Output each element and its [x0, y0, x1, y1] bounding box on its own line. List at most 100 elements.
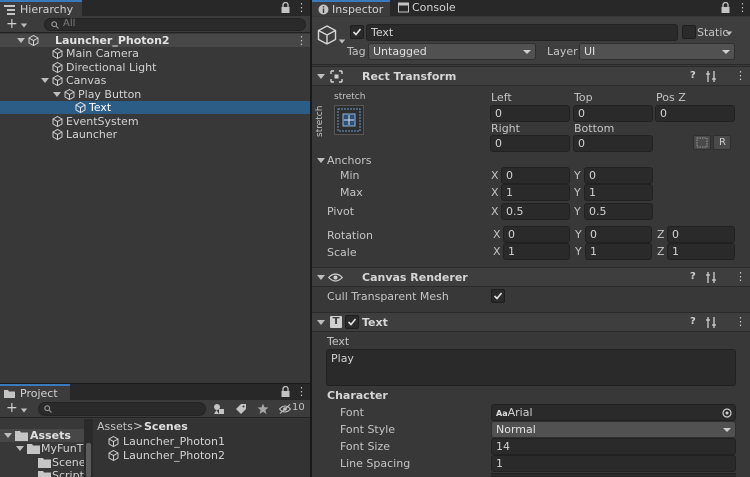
rect-transform-header[interactable]: Rect Transform ? ⋮	[312, 66, 750, 86]
line-spacing-field[interactable]: 1	[491, 455, 736, 472]
inspector-menu-icon[interactable]: ⋮	[737, 0, 748, 16]
text-content-area[interactable]: Play	[326, 349, 736, 386]
tree-item-assets[interactable]: Assets	[0, 429, 84, 442]
pivot-y-field[interactable]: 0.5	[584, 203, 653, 220]
raw-edit-label: R	[719, 137, 726, 148]
hierarchy-item-main-camera[interactable]: Main Camera	[0, 47, 310, 60]
raw-edit-mode-button[interactable]: R	[713, 135, 731, 150]
rect-transform-foldout-icon[interactable]	[317, 74, 325, 79]
scale-y-field[interactable]: 1	[585, 243, 652, 260]
hierarchy-item-canvas[interactable]: Canvas	[0, 74, 310, 87]
font-style-dropdown[interactable]: Normal	[491, 421, 736, 438]
canvas-renderer-foldout-icon[interactable]	[317, 275, 325, 280]
tree-scrollbar-thumb[interactable]	[86, 443, 91, 477]
anchor-min-y-field[interactable]: 0	[584, 167, 653, 184]
hierarchy-item-text-selected[interactable]: Text	[0, 101, 310, 114]
help-icon[interactable]: ?	[690, 70, 696, 81]
presets-icon[interactable]	[706, 71, 717, 82]
hierarchy-item-directional-light[interactable]: Directional Light	[0, 61, 310, 74]
breadcrumb-scenes[interactable]: Scenes	[144, 420, 188, 433]
anchor-max-y-field[interactable]: 1	[584, 184, 653, 201]
rotation-x-field[interactable]: 0	[503, 226, 570, 243]
posz-field[interactable]: 0	[655, 105, 735, 122]
rotation-y-field[interactable]: 0	[585, 226, 652, 243]
left-field[interactable]: 0	[490, 105, 570, 122]
lock-icon[interactable]	[281, 0, 290, 16]
static-checkbox[interactable]	[682, 25, 696, 39]
tab-project[interactable]: Project	[0, 384, 70, 400]
presets-icon[interactable]	[706, 317, 717, 328]
filter-by-label-icon[interactable]	[235, 403, 247, 415]
rotation-z-field[interactable]: 0	[667, 226, 735, 243]
project-search-input[interactable]	[38, 402, 206, 416]
tree-item-myfunt[interactable]: MyFunT	[0, 442, 84, 455]
left-label: Left	[491, 91, 512, 104]
hierarchy-item-launcher[interactable]: Launcher	[0, 128, 310, 141]
hierarchy-menu-icon[interactable]: ⋮	[296, 0, 307, 16]
breadcrumb-assets[interactable]: Assets	[97, 420, 133, 433]
project-lock-icon[interactable]	[281, 384, 290, 400]
scene-menu-icon[interactable]: ⋮	[296, 34, 307, 47]
tree-item-scenes[interactable]: Scene	[0, 456, 84, 469]
scale-x-field[interactable]: 1	[503, 243, 570, 260]
pivot-x-axis-label: X	[491, 205, 499, 218]
gameobject-icon-dropdown[interactable]	[338, 39, 346, 44]
file-item-launcher-photon2[interactable]: Launcher_Photon2	[108, 449, 308, 462]
object-picker-icon[interactable]	[722, 408, 732, 418]
tab-hierarchy[interactable]: Hierarchy	[0, 0, 82, 16]
tree-scrollbar[interactable]	[84, 419, 93, 477]
canvas-renderer-header[interactable]: Canvas Renderer ? ⋮	[312, 267, 750, 287]
canvas-foldout-icon[interactable]	[41, 78, 49, 83]
active-checkbox[interactable]	[350, 25, 364, 39]
component-menu-icon[interactable]: ⋮	[735, 69, 746, 82]
help-icon[interactable]: ?	[690, 271, 696, 282]
tab-console[interactable]: Console	[392, 0, 460, 16]
text-enabled-checkbox[interactable]	[345, 315, 359, 329]
filter-by-type-icon[interactable]	[213, 403, 226, 415]
blueprint-mode-button[interactable]	[693, 135, 711, 150]
hierarchy-search-input[interactable]: All	[44, 18, 306, 31]
anchor-min-x-field[interactable]: 0	[501, 167, 570, 184]
top-field[interactable]: 0	[573, 105, 653, 122]
font-style-label: Font Style	[340, 423, 396, 436]
scene-row[interactable]: Launcher_Photon2 ⋮	[0, 34, 310, 47]
project-menu-icon[interactable]: ⋮	[296, 384, 307, 400]
add-dropdown-icon[interactable]	[20, 23, 28, 28]
anchor-max-x-field[interactable]: 1	[501, 184, 570, 201]
tree-item-scripts[interactable]: Script	[0, 469, 84, 477]
object-name-field[interactable]: Text	[366, 24, 678, 41]
anchor-presets-button[interactable]	[334, 105, 364, 135]
cull-transparent-mesh-checkbox[interactable]	[491, 289, 505, 303]
static-dropdown-icon[interactable]	[725, 31, 733, 36]
bottom-field[interactable]: 0	[573, 135, 653, 152]
hierarchy-item-eventsystem[interactable]: EventSystem	[0, 115, 310, 128]
favorites-star-icon[interactable]	[257, 403, 269, 415]
tag-dropdown[interactable]: Untagged	[368, 43, 536, 60]
text-component-header[interactable]: T Text ? ⋮	[312, 312, 750, 332]
hierarchy-item-play-button[interactable]: Play Button	[0, 88, 310, 101]
anchors-foldout-icon[interactable]	[317, 158, 325, 163]
component-menu-icon[interactable]: ⋮	[735, 315, 746, 328]
layer-dropdown[interactable]: UI	[579, 43, 735, 60]
component-menu-icon[interactable]: ⋮	[735, 270, 746, 283]
project-add-button[interactable]: +	[6, 400, 18, 417]
tab-inspector[interactable]: Inspector	[312, 0, 390, 16]
pivot-x-field[interactable]: 0.5	[501, 203, 570, 220]
font-object-field[interactable]: AaArial	[491, 404, 736, 421]
myfunt-foldout-icon[interactable]	[16, 446, 24, 451]
help-icon[interactable]: ?	[690, 316, 696, 327]
hidden-packages-eye-icon[interactable]	[279, 404, 291, 414]
assets-foldout-icon[interactable]	[4, 433, 12, 438]
file-item-launcher-photon1[interactable]: Launcher_Photon1	[108, 435, 308, 448]
text-component-foldout-icon[interactable]	[317, 320, 325, 325]
presets-icon[interactable]	[706, 272, 717, 283]
play-button-foldout-icon[interactable]	[53, 92, 61, 97]
scene-foldout-icon[interactable]	[17, 38, 25, 43]
scale-z-field[interactable]: 1	[667, 243, 735, 260]
add-button[interactable]: +	[6, 16, 18, 32]
font-size-field[interactable]: 14	[491, 438, 736, 455]
project-add-dropdown-icon[interactable]	[20, 408, 28, 413]
right-field[interactable]: 0	[490, 135, 570, 152]
inspector-lock-icon[interactable]	[721, 0, 730, 16]
unity-scene-icon	[28, 35, 39, 46]
